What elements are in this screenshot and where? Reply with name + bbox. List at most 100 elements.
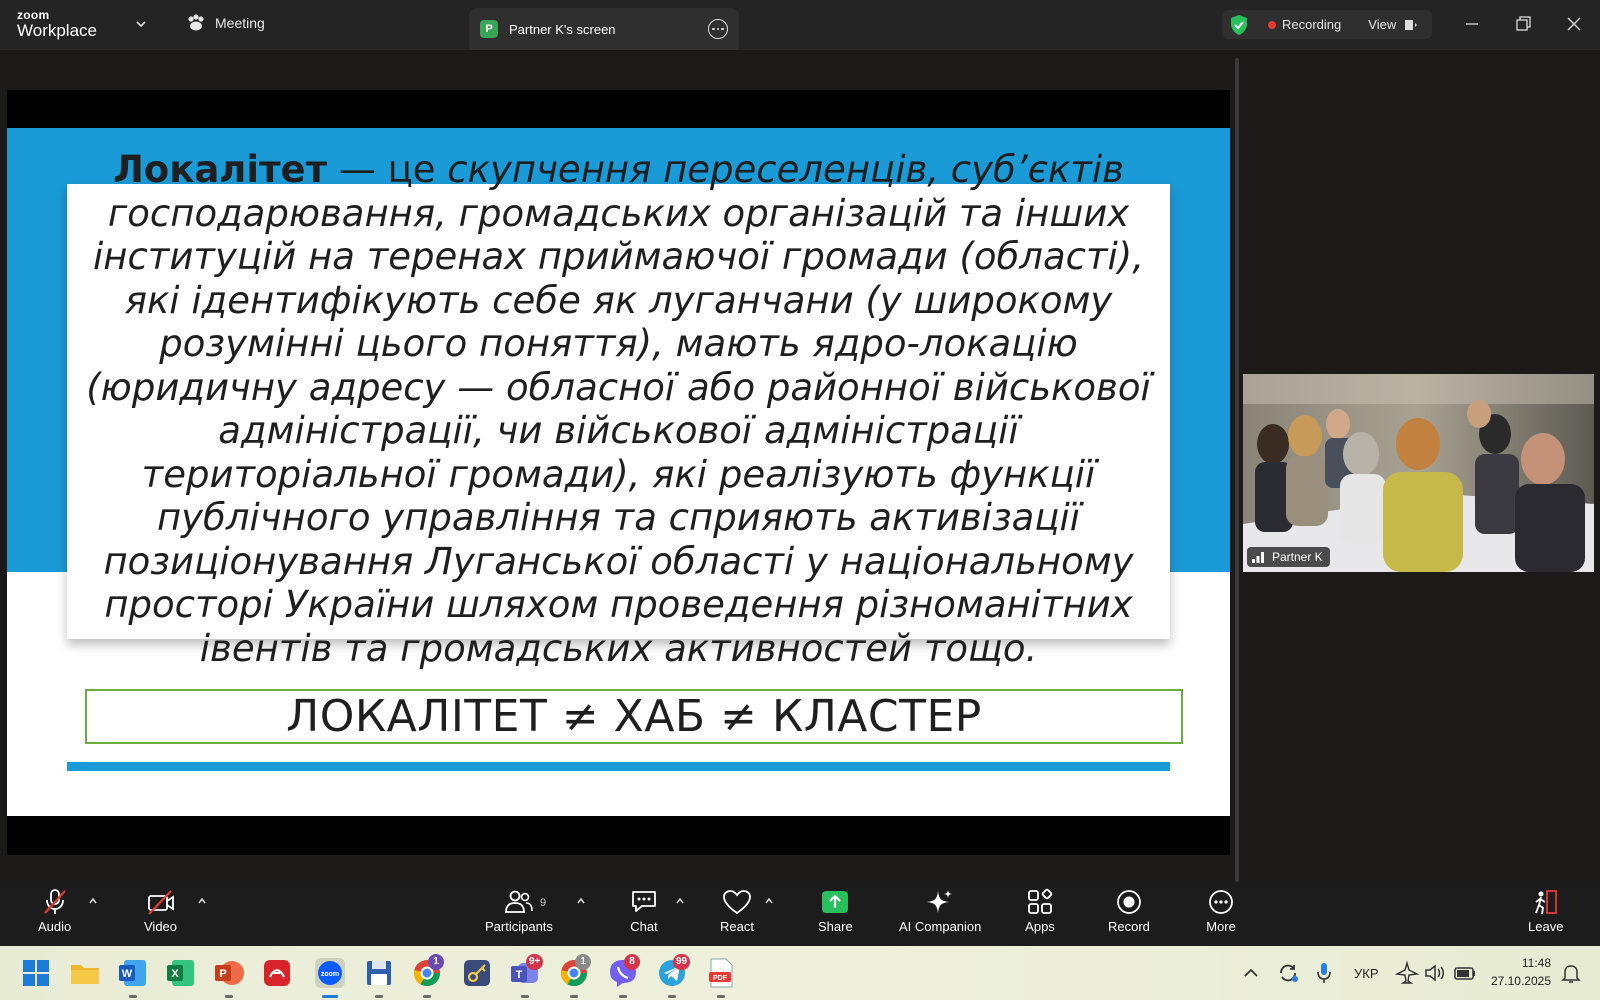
participant-name: Partner K [1272,550,1323,564]
react-caret-icon[interactable] [764,896,774,906]
word-icon[interactable]: W [116,956,150,990]
microphone-muted-icon [43,889,66,914]
video-label: Video [144,919,178,934]
participants-count: 9 [540,897,547,909]
sync-icon[interactable] [1273,958,1303,988]
clock-time: 11:48 [1521,956,1551,970]
file-explorer-icon[interactable] [68,956,102,990]
view-layout-icon[interactable] [1404,18,1418,32]
participant-name-tag: Partner K [1247,547,1330,567]
restore-icon[interactable] [1511,12,1535,36]
viber-running-indicator [619,995,627,998]
share-button[interactable]: Share [818,888,853,934]
zoom-active-indicator [322,995,338,998]
windows-start-icon[interactable] [19,956,53,990]
slide-blue-line [67,762,1170,771]
more-options-icon[interactable] [708,19,728,39]
video-button[interactable]: Video [144,888,177,934]
microphone-tray-icon[interactable] [1309,958,1339,988]
participants-paw-icon [188,14,204,31]
slide-equation-box: ЛОКАЛІТЕТ ≠ ХАБ ≠ КЛАСТЕР [85,689,1183,744]
participants-label: Participants [485,919,553,934]
language-indicator[interactable]: УКР [1354,946,1379,1000]
recording-dot-icon [1268,20,1276,29]
panel-splitter[interactable] [1235,58,1239,882]
close-icon[interactable] [1562,12,1586,36]
logo-zoom-text: zoom [17,8,50,22]
apps-icon [1028,888,1053,914]
meeting-main-area: Локалітет — це скупчення переселенців, с… [0,50,1600,882]
recording-indicator[interactable]: Recording View [1222,10,1432,39]
chat-button[interactable]: Chat [628,888,660,934]
save-disk-icon[interactable] [362,956,396,990]
meeting-tab[interactable]: Meeting [186,14,265,32]
pdf-reader-icon[interactable]: PDF [704,956,738,990]
notifications-icon[interactable] [1556,958,1586,988]
zoom-taskbar-icon[interactable]: zoom [313,956,347,990]
shared-screen: Локалітет — це скупчення переселенців, с… [7,90,1230,855]
participants-button[interactable]: Participants [485,888,553,934]
language-label: УКР [1354,965,1379,981]
minimize-icon[interactable] [1460,12,1484,36]
volume-icon[interactable] [1420,958,1450,988]
svg-text:T: T [516,969,523,981]
record-label: Record [1108,919,1150,934]
windows-taskbar: W X P zoom 1 T 9+ 1 8 99 PDF УКР 11:48 2… [0,946,1600,1000]
chrome-profile-running-indicator [570,995,578,998]
react-button[interactable]: React [720,888,754,934]
title-bar: zoom Workplace Meeting P Partner K's scr… [0,0,1600,50]
telegram-running-indicator [668,995,676,998]
participant-video-tile[interactable]: Partner K [1243,374,1594,572]
view-button[interactable]: View [1368,17,1396,32]
leave-door-icon [1534,890,1557,915]
telegram-badge: 99 [673,954,691,970]
powerpoint-running-indicator [225,995,233,998]
chrome-badge: 1 [428,954,444,970]
share-label: Share [818,919,853,934]
leave-button[interactable]: Leave [1528,888,1563,934]
share-screen-icon [822,891,849,913]
battery-icon[interactable] [1450,958,1480,988]
presentation-slide: Локалітет — це скупчення переселенців, с… [7,128,1230,816]
audio-caret-icon[interactable] [88,896,98,906]
chat-icon [632,891,656,912]
recording-label: Recording [1282,17,1342,32]
zoom-workplace-logo: zoom Workplace [17,9,97,39]
record-icon [1117,890,1141,914]
sparkle-icon [927,890,953,913]
acrobat-icon[interactable] [260,956,294,990]
chevron-down-icon[interactable] [134,17,148,31]
apps-button[interactable]: Apps [1024,888,1056,934]
excel-icon[interactable]: X [164,956,198,990]
teams-running-indicator [521,995,529,998]
more-button[interactable]: More [1205,888,1237,934]
clock[interactable]: 11:48 27.10.2025 [1487,954,1551,990]
ai-companion-button[interactable]: AI Companion [899,888,981,934]
participants-caret-icon[interactable] [576,896,586,906]
powerpoint-icon[interactable]: P [212,956,246,990]
audio-button[interactable]: Audio [38,888,71,934]
airplane-mode-icon[interactable] [1392,958,1422,988]
pdf-running-indicator [717,995,725,998]
clock-date: 27.10.2025 [1490,974,1551,988]
key-app-icon[interactable] [460,956,494,990]
video-feed-image [1243,374,1594,572]
more-label: More [1206,919,1236,934]
svg-text:P: P [219,968,226,980]
word-running-indicator [129,995,137,998]
audio-label: Audio [38,919,72,934]
chevron-up-icon[interactable] [1236,958,1266,988]
shield-check-icon [1231,14,1247,35]
screen-share-tab[interactable]: P Partner K's screen [469,8,739,50]
video-caret-icon[interactable] [197,896,207,906]
apps-label: Apps [1025,919,1055,934]
slide-term: Локалітет [113,148,328,191]
chat-caret-icon[interactable] [675,896,685,906]
chrome-running-indicator [423,995,431,998]
svg-text:zoom: zoom [321,971,339,978]
slide-definition-body: скупчення переселенців, суб’єктів господ… [86,148,1151,670]
record-button[interactable]: Record [1108,888,1150,934]
meeting-tab-label: Meeting [215,15,265,31]
slide-definition-text: Локалітет — це скупчення переселенців, с… [67,148,1170,670]
slide-dash: — це [327,148,448,191]
